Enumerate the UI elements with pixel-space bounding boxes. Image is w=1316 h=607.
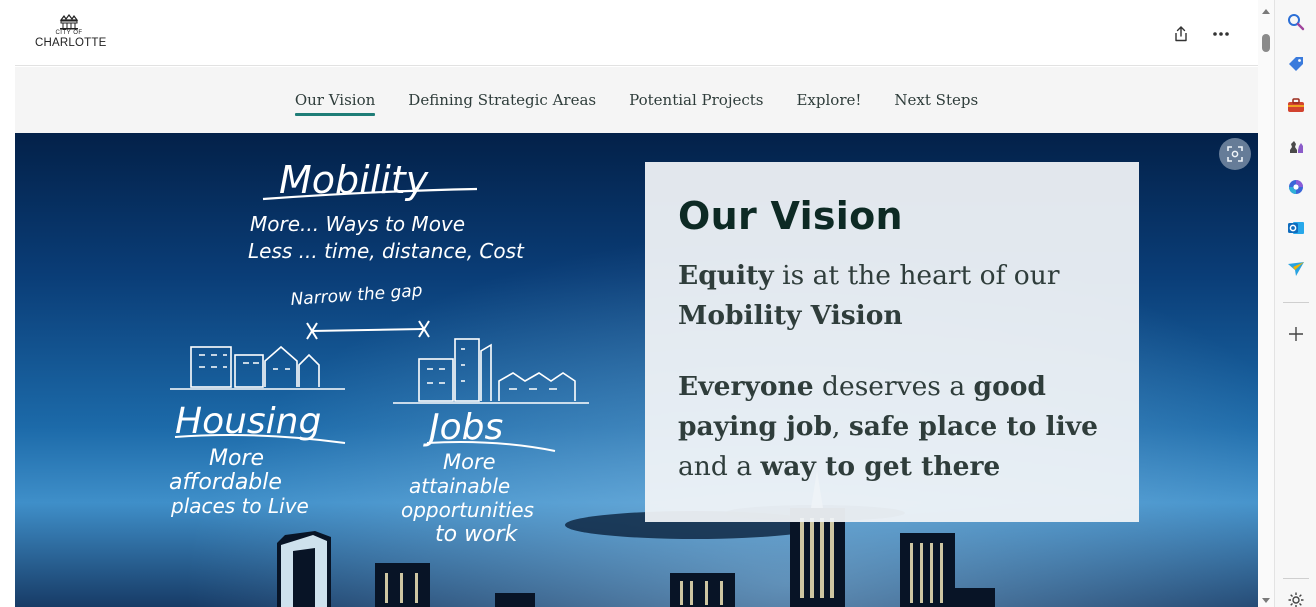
add-icon xyxy=(1289,327,1303,341)
sidebar-games-button[interactable] xyxy=(1284,134,1308,158)
charlotte-logo[interactable]: CITY OF CHARLOTTE xyxy=(35,14,107,54)
vision-paragraph-2: Everyone deserves a good paying job, saf… xyxy=(678,367,1106,487)
scroll-up-arrow[interactable] xyxy=(1262,9,1270,14)
nav-explore[interactable]: Explore! xyxy=(796,87,861,114)
sidebar-search-button[interactable] xyxy=(1284,10,1308,34)
vision-p1-text: is at the heart of our xyxy=(773,260,1060,291)
mobility-line-1: More... Ways to Move xyxy=(250,212,465,236)
sidebar-separator-bottom xyxy=(1283,578,1309,579)
nav-next-steps[interactable]: Next Steps xyxy=(894,87,978,114)
sidebar-shopping-button[interactable] xyxy=(1284,52,1308,76)
send-icon xyxy=(1288,262,1304,276)
narrow-the-gap: Narrow the gap xyxy=(290,281,423,310)
nav-defining-strategic-areas[interactable]: Defining Strategic Areas xyxy=(408,87,596,114)
section-navigation: Our Vision Defining Strategic Areas Pote… xyxy=(15,67,1258,133)
way-to-get-there-text: way to get there xyxy=(760,451,1001,482)
mobility-vision-text: Mobility Vision xyxy=(678,300,903,331)
logo-city-of: CITY OF xyxy=(55,30,83,36)
mobility-infographic: Mobility More... Ways to Move Less ... t… xyxy=(169,158,589,547)
sidebar-copilot-button[interactable] xyxy=(1284,175,1308,199)
tag-icon xyxy=(1289,57,1303,71)
fullscreen-button[interactable] xyxy=(1219,138,1251,170)
more-icon xyxy=(1213,32,1229,36)
scroll-down-arrow[interactable] xyxy=(1262,598,1270,603)
jobs-line-3: opportunities xyxy=(401,498,534,522)
copilot-icon xyxy=(1289,180,1303,194)
housing-line-3: places to Live xyxy=(170,494,309,518)
sidebar-outlook-button[interactable] xyxy=(1284,216,1308,240)
share-button[interactable] xyxy=(1169,22,1193,46)
safe-place-text: safe place to live xyxy=(848,411,1098,442)
vision-title: Our Vision xyxy=(678,194,903,238)
more-options-button[interactable] xyxy=(1209,22,1233,46)
vision-p2-text-2: , xyxy=(831,411,849,442)
sidebar-drop-button[interactable] xyxy=(1284,257,1308,281)
jobs-line-4: to work xyxy=(435,522,519,547)
vision-paragraph-1: Equity is at the heart of our Mobility V… xyxy=(678,256,1106,336)
search-icon xyxy=(1288,14,1305,31)
sidebar-separator xyxy=(1283,302,1309,303)
logo-name: CHARLOTTE xyxy=(35,37,107,49)
hero-section: Mobility More... Ways to Move Less ... t… xyxy=(15,133,1258,607)
mobility-line-2: Less ... time, distance, Cost xyxy=(248,239,525,263)
browser-sidebar xyxy=(1274,0,1316,607)
nav-potential-projects[interactable]: Potential Projects xyxy=(629,87,763,114)
housing-line-2: affordable xyxy=(169,470,282,495)
toolbox-icon xyxy=(1288,98,1304,112)
story-page: CITY OF CHARLOTTE Our Vision Defining St… xyxy=(15,0,1258,607)
settings-icon xyxy=(1288,592,1304,607)
nav-our-vision[interactable]: Our Vision xyxy=(294,87,376,116)
chess-icon xyxy=(1290,141,1303,153)
equity-text: Equity xyxy=(678,260,774,291)
vision-p2-text-3: and a xyxy=(678,451,761,482)
sidebar-tools-button[interactable] xyxy=(1284,93,1308,117)
jobs-line-1: More xyxy=(443,450,496,474)
share-icon xyxy=(1175,26,1187,42)
story-header: CITY OF CHARLOTTE xyxy=(15,0,1258,66)
housing-line-1: More xyxy=(209,446,264,471)
sidebar-settings-button[interactable] xyxy=(1284,588,1308,607)
outlook-icon xyxy=(1288,222,1304,234)
fullscreen-icon xyxy=(1227,146,1243,162)
vision-p2-text-1: deserves a xyxy=(813,371,974,402)
page-scrollbar[interactable] xyxy=(1258,0,1274,607)
scroll-thumb[interactable] xyxy=(1262,34,1270,52)
crown-icon xyxy=(59,14,79,30)
vision-card: Our Vision Equity is at the heart of our… xyxy=(645,162,1139,522)
jobs-line-2: attainable xyxy=(409,474,510,498)
sidebar-add-button[interactable] xyxy=(1284,322,1308,346)
everyone-text: Everyone xyxy=(678,371,814,402)
